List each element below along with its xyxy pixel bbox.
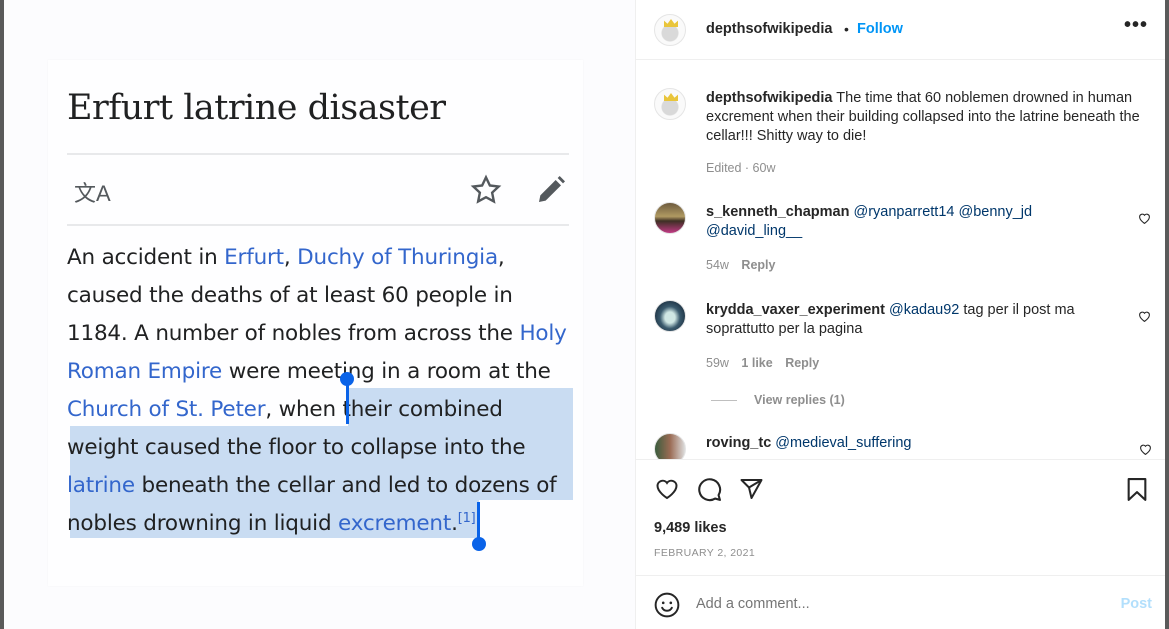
paragraph-text: were meeting in a room at the: [222, 359, 551, 384]
view-replies-button[interactable]: View replies (1): [754, 393, 845, 407]
article-title: Erfurt latrine disaster: [67, 88, 446, 128]
comment-icon[interactable]: [697, 477, 722, 502]
view-replies-label[interactable]: View replies (1): [754, 393, 845, 407]
link-latrine[interactable]: latrine: [67, 473, 135, 498]
selection-start-handle[interactable]: [346, 380, 349, 424]
like-count[interactable]: 9,489 likes: [654, 520, 727, 536]
commenter-avatar[interactable]: [654, 202, 686, 234]
comment-username[interactable]: krydda_vaxer_experiment: [706, 302, 885, 318]
comment-username[interactable]: s_kenneth_chapman: [706, 204, 849, 220]
reply-button[interactable]: Reply: [741, 258, 775, 272]
caption-meta: Edited · 60w: [706, 161, 776, 175]
window-edge-right: [1165, 0, 1169, 629]
paragraph-text: An accident in: [67, 245, 225, 270]
paragraph-text: ,: [283, 245, 298, 270]
add-comment-input[interactable]: [696, 596, 1076, 612]
star-icon: [470, 174, 502, 204]
separator-dot: •: [844, 21, 849, 37]
pencil-icon: [539, 176, 565, 202]
paragraph-text: .: [451, 511, 458, 536]
paragraph-text: , when: [265, 397, 343, 422]
divider: [67, 153, 569, 155]
selection-start-knob[interactable]: [340, 372, 354, 386]
comment-meta: 54w Reply: [706, 258, 775, 272]
instagram-post-modal: Erfurt latrine disaster 文A An accident i…: [0, 0, 1169, 629]
comment-meta: 59w 1 like Reply: [706, 356, 819, 370]
post-header: depthsofwikipedia • Follow •••: [636, 0, 1166, 60]
view-replies-line: [711, 400, 737, 401]
selection-end-handle[interactable]: [477, 502, 480, 542]
comment-mentions[interactable]: @medieval_suffering: [775, 435, 911, 451]
more-options-icon[interactable]: •••: [1124, 14, 1148, 37]
comment-composer: Post: [636, 575, 1166, 629]
comment-age: 59w: [706, 356, 729, 370]
commenter-avatar[interactable]: [654, 433, 686, 459]
comment: s_kenneth_chapman @ryanparrett14 @benny_…: [706, 203, 1116, 241]
comment-username[interactable]: roving_tc: [706, 435, 771, 451]
commenter-avatar[interactable]: [654, 300, 686, 332]
caption-username[interactable]: depthsofwikipedia: [706, 90, 833, 106]
article-paragraph: An accident in Erfurt, Duchy of Thuringi…: [67, 239, 577, 543]
comment-like-icon[interactable]: [1138, 310, 1151, 323]
caption-author-avatar[interactable]: [654, 88, 686, 120]
comment: roving_tc @medieval_suffering: [706, 434, 911, 453]
selected-text: beneath the cellar and led to dozens of …: [67, 473, 557, 536]
link-erfurt[interactable]: Erfurt: [224, 245, 284, 270]
language-icon: 文A: [74, 181, 111, 206]
author-avatar[interactable]: [654, 14, 686, 46]
post-side-panel: depthsofwikipedia • Follow ••• depthsofw…: [635, 0, 1166, 629]
follow-button[interactable]: Follow: [857, 21, 903, 37]
citation-link[interactable]: [1]: [458, 511, 476, 526]
reply-button[interactable]: Reply: [785, 356, 819, 370]
comment-age: 54w: [706, 258, 729, 272]
post-comment-button[interactable]: Post: [1121, 596, 1152, 612]
selection-end-knob[interactable]: [472, 537, 486, 551]
comment-like-icon[interactable]: [1139, 443, 1152, 456]
comment-like-count[interactable]: 1 like: [741, 356, 772, 370]
post-actions: 9,489 likes FEBRUARY 2, 2021: [636, 459, 1166, 589]
emoji-icon[interactable]: [654, 592, 680, 618]
comment-mentions[interactable]: @kadau92: [889, 302, 959, 318]
comment-like-icon[interactable]: [1138, 212, 1151, 225]
share-icon[interactable]: [739, 477, 764, 501]
link-church-of-st-peter[interactable]: Church of St. Peter: [67, 397, 266, 422]
link-excrement[interactable]: excrement: [338, 511, 451, 536]
caption: depthsofwikipedia The time that 60 noble…: [706, 89, 1146, 146]
like-icon[interactable]: [654, 477, 680, 501]
comment-clip: roving_tc @medieval_suffering: [636, 425, 1166, 459]
divider: [67, 224, 569, 226]
comment: krydda_vaxer_experiment @kadau92 tag per…: [706, 301, 1106, 339]
post-date: FEBRUARY 2, 2021: [654, 547, 756, 559]
save-bookmark-icon[interactable]: [1126, 477, 1148, 502]
link-duchy-of-thuringia[interactable]: Duchy of Thuringia: [297, 245, 498, 270]
author-username[interactable]: depthsofwikipedia: [706, 21, 833, 37]
